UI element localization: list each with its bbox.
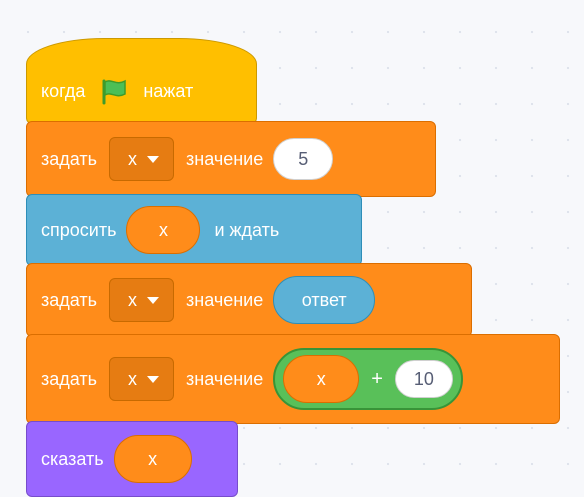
green-flag-icon [99,77,129,105]
ask-label: спросить [41,219,117,240]
set-label: задать [41,289,98,310]
set-label: задать [41,148,98,169]
variable-reporter[interactable]: x [126,206,201,254]
addition-operator[interactable]: x + 10 [273,348,463,410]
say-label: сказать [41,448,104,469]
variable-name: x [128,368,138,389]
set-variable-block[interactable]: задать x значение 5 [26,121,436,197]
variable-reporter[interactable]: x [283,355,360,403]
scratch-workspace[interactable]: { "event_block": { "when": "когда", "cli… [0,0,584,497]
dropdown-caret-icon [147,296,160,304]
to-label: значение [186,289,264,310]
when-flag-clicked-block[interactable]: когда нажат [26,38,257,124]
say-block[interactable]: сказать x [26,421,238,497]
variable-dropdown[interactable]: x [109,357,175,401]
when-label: когда [41,80,86,101]
set-variable-block[interactable]: задать x значение x + 10 [26,334,560,424]
variable-name: x [128,148,138,169]
variable-dropdown[interactable]: x [109,278,175,322]
variable-reporter[interactable]: x [113,435,192,483]
dropdown-caret-icon [147,155,160,163]
clicked-label: нажат [143,80,194,101]
dropdown-caret-icon [147,375,160,383]
variable-dropdown[interactable]: x [109,137,175,181]
answer-reporter[interactable]: ответ [273,276,376,324]
set-label: задать [41,368,98,389]
value-input[interactable]: 5 [273,138,334,180]
number-input[interactable]: 10 [394,360,453,398]
set-variable-block[interactable]: задать x значение ответ [26,263,472,337]
plus-sign: + [371,367,383,390]
and-wait-label: и ждать [214,219,280,240]
to-label: значение [186,368,264,389]
to-label: значение [186,148,264,169]
ask-and-wait-block[interactable]: спросить x и ждать [26,194,362,266]
variable-name: x [128,289,138,310]
